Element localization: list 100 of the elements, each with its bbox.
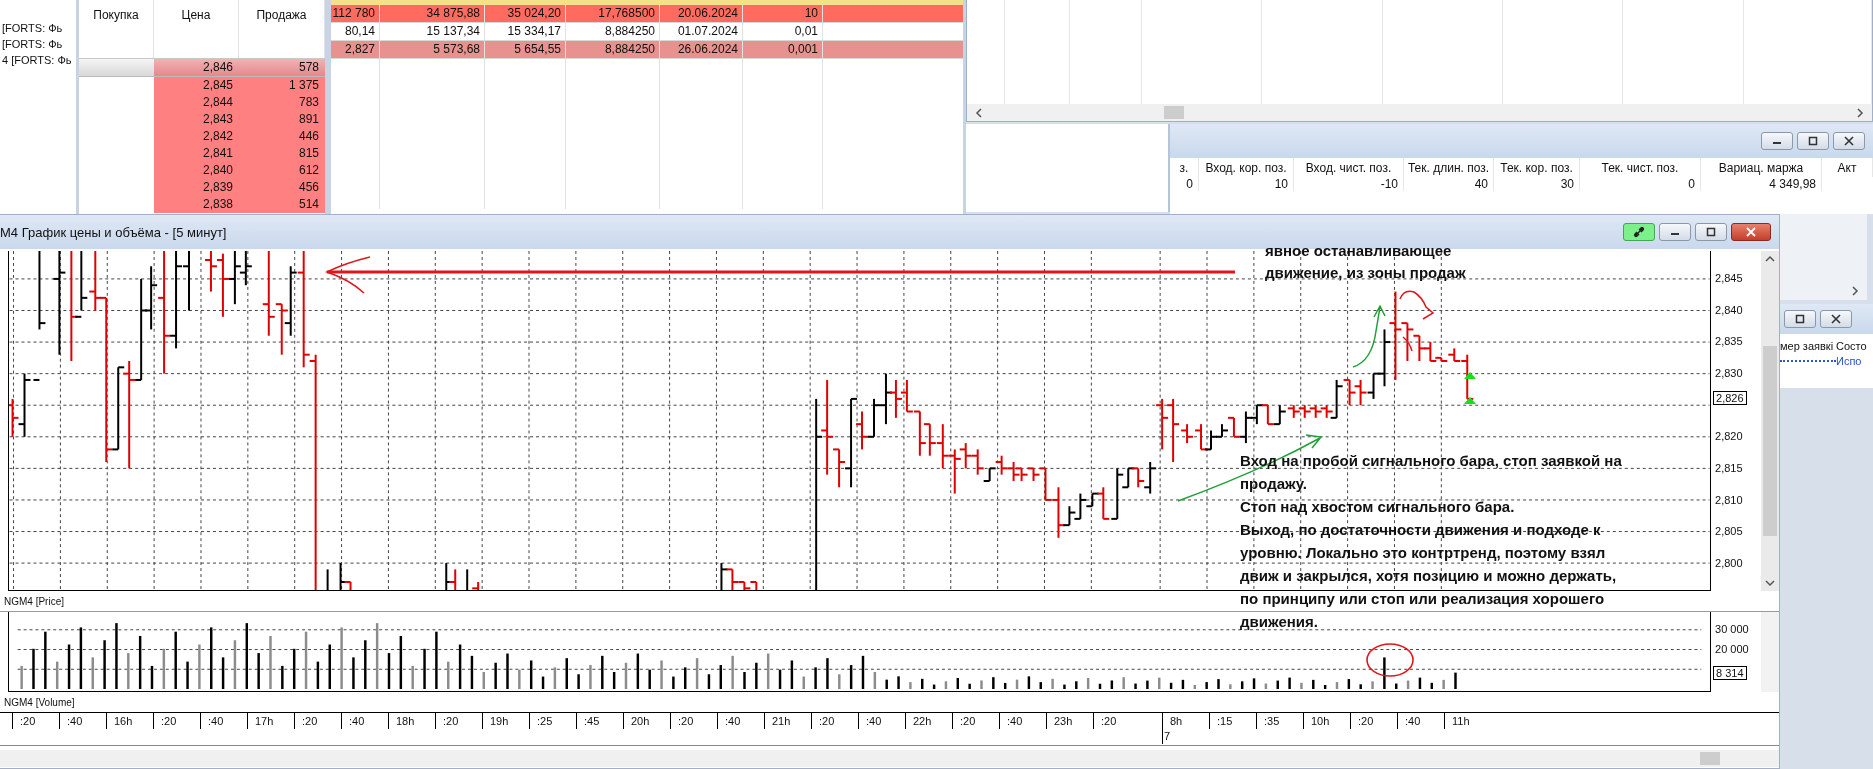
sell-volume-cell: 514 [239,196,325,213]
order-book-row[interactable]: 2,840 612 [79,162,325,179]
instrument-name[interactable]: [FORTS: Фь [0,36,76,52]
price-cell: 2,845 [154,77,239,94]
table-cell: 20.06.2024 [660,5,743,22]
time-axis-label: :20 [161,714,177,728]
time-axis-label: :20 [20,714,36,728]
time-axis-label: :40 [67,714,83,728]
price-axis-label: 2,830 [1715,367,1743,379]
time-axis-label: 22h [913,714,932,728]
link-button[interactable] [1623,223,1655,241]
scroll-down-icon[interactable] [1765,579,1775,587]
price-axis-label: 2,815 [1715,462,1743,474]
order-book-row[interactable]: 2,838 514 [79,196,325,213]
column-header[interactable]: Тек. кор. поз. [1494,158,1580,177]
horizontal-scrollbar[interactable] [0,750,1779,767]
order-book-row[interactable]: 2,842 446 [79,128,325,145]
time-axis-label: 21h [772,714,791,728]
table-cell: 34 875,88 [380,5,485,22]
scroll-right-icon[interactable] [1851,286,1859,296]
horizontal-scrollbar[interactable] [967,104,1872,121]
time-axis-label: :35 [1264,714,1280,728]
scroll-thumb[interactable] [1700,752,1720,765]
column-header[interactable]: Вход. чист. поз. [1294,158,1404,177]
minimize-button[interactable] [1761,132,1793,150]
price-axis-label: 2,805 [1715,525,1743,538]
table-cell: 0 [1170,177,1199,191]
table-cell: 15 334,17 [485,23,566,40]
volume-axis-label: 30 000 [1715,623,1749,635]
pane-label: NGM4 [Price] [4,595,64,607]
column-header[interactable]: Покупка [79,0,154,58]
maximize-button[interactable] [1797,132,1829,150]
sell-volume-cell: 891 [239,111,325,128]
time-axis-label: 18h [396,714,415,728]
scroll-left-icon[interactable] [975,107,983,118]
column-header[interactable]: Цена [154,0,239,58]
column-header[interactable]: Вариац. маржа [1701,158,1822,177]
table-cell: 30 [1494,177,1580,191]
order-book-row[interactable]: 2,839 456 [79,179,325,196]
close-button[interactable] [1833,132,1865,150]
time-axis-label: 20h [631,714,650,728]
order-book-row[interactable]: 2,841 815 [79,145,325,162]
time-axis-label: :40 [349,714,365,728]
order-book-row[interactable]: 2,845 1 375 [79,77,325,94]
close-icon [1844,136,1854,146]
table-row[interactable]: 80,14 15 137,34 15 334,17 8,884250 01.07.2024 0,01 [331,23,963,41]
time-axis-label: :40 [208,714,224,728]
order-book-row[interactable]: 2,846 578 [79,59,325,77]
table-cell: 17,768500 [566,5,660,22]
column-header[interactable]: Тек. чист. поз. [1580,158,1701,177]
table-cell: 8,884250 [566,41,660,58]
column-header[interactable]: з. [1170,158,1199,177]
sell-volume-cell: 1 375 [239,77,325,94]
minimize-button[interactable] [1659,223,1691,241]
order-status: Испо [1836,355,1863,367]
table-cell: 8,884250 [566,23,660,40]
price-cell: 2,841 [154,145,239,162]
price-cell: 2,840 [154,162,239,179]
column-header[interactable]: Тек. длин. поз. [1404,158,1494,177]
maximize-button[interactable] [1695,223,1727,241]
sell-volume-cell: 578 [239,59,325,76]
arrow-drawing [1352,305,1386,368]
scroll-right-icon[interactable] [1856,107,1864,118]
price-axis-label: 2,835 [1715,335,1743,348]
order-book-row[interactable]: 2,843 891 [79,111,325,128]
column-header[interactable]: Продажа [239,0,325,58]
vertical-scrollbar[interactable] [1761,612,1779,692]
column-header[interactable]: мер заявкі [1780,334,1836,355]
table-row[interactable]: 2,827 5 573,68 5 654,55 8,884250 26.06.2024 0,001 [331,41,963,59]
annotation-note: Вход на пробой сигнального бара, стоп заявкой на продажу. Стоп над хвостом сигнального бара. Выход, по достаточности движения и подходе к уровню. Локально это контртренд, поэтому взял движ и закрылся, хотя позицию и можно держать, по принципу или стоп или реализация хорошего движения. [1240,451,1622,632]
scroll-thumb[interactable] [1763,346,1777,536]
time-axis-label: :40 [1007,714,1023,728]
table-cell: 0 [1580,177,1701,191]
table-cell: 112 780 [331,5,380,22]
scroll-up-icon[interactable] [1765,255,1775,263]
sell-volume-cell: 446 [239,128,325,145]
close-button[interactable] [1820,310,1852,328]
scroll-thumb[interactable] [1164,106,1184,119]
instrument-name[interactable]: [FORTS: Фь [0,20,76,36]
time-axis-label: :20 [1358,714,1374,728]
column-header[interactable]: Состо [1836,334,1873,355]
current-volume-label: 8 314 [1713,666,1747,680]
vertical-scrollbar[interactable] [1761,251,1779,591]
sell-volume-cell: 815 [239,145,325,162]
time-axis-label: :45 [584,714,600,728]
close-icon [1831,314,1841,324]
table-cell: 15 137,34 [380,23,485,40]
close-button[interactable] [1731,223,1771,241]
maximize-button[interactable] [1784,310,1816,328]
order-book-row[interactable]: 2,844 783 [79,94,325,111]
instrument-name[interactable]: 4 [FORTS: Фь [0,52,76,68]
table-cell: 35 024,20 [485,5,566,22]
column-header[interactable]: Акт [1822,158,1873,177]
close-icon [1746,227,1756,237]
table-row[interactable]: 112 780 34 875,88 35 024,20 17,768500 20.06.2024 10 [331,5,963,23]
window-title: M4 График цены и объёма - [5 минут] [0,224,227,240]
column-header[interactable]: Вход. кор. поз. [1199,158,1294,177]
price-axis-label: 2,840 [1715,303,1743,316]
pane-label: NGM4 [Volume] [4,696,75,708]
triangle-marker [1464,372,1476,379]
